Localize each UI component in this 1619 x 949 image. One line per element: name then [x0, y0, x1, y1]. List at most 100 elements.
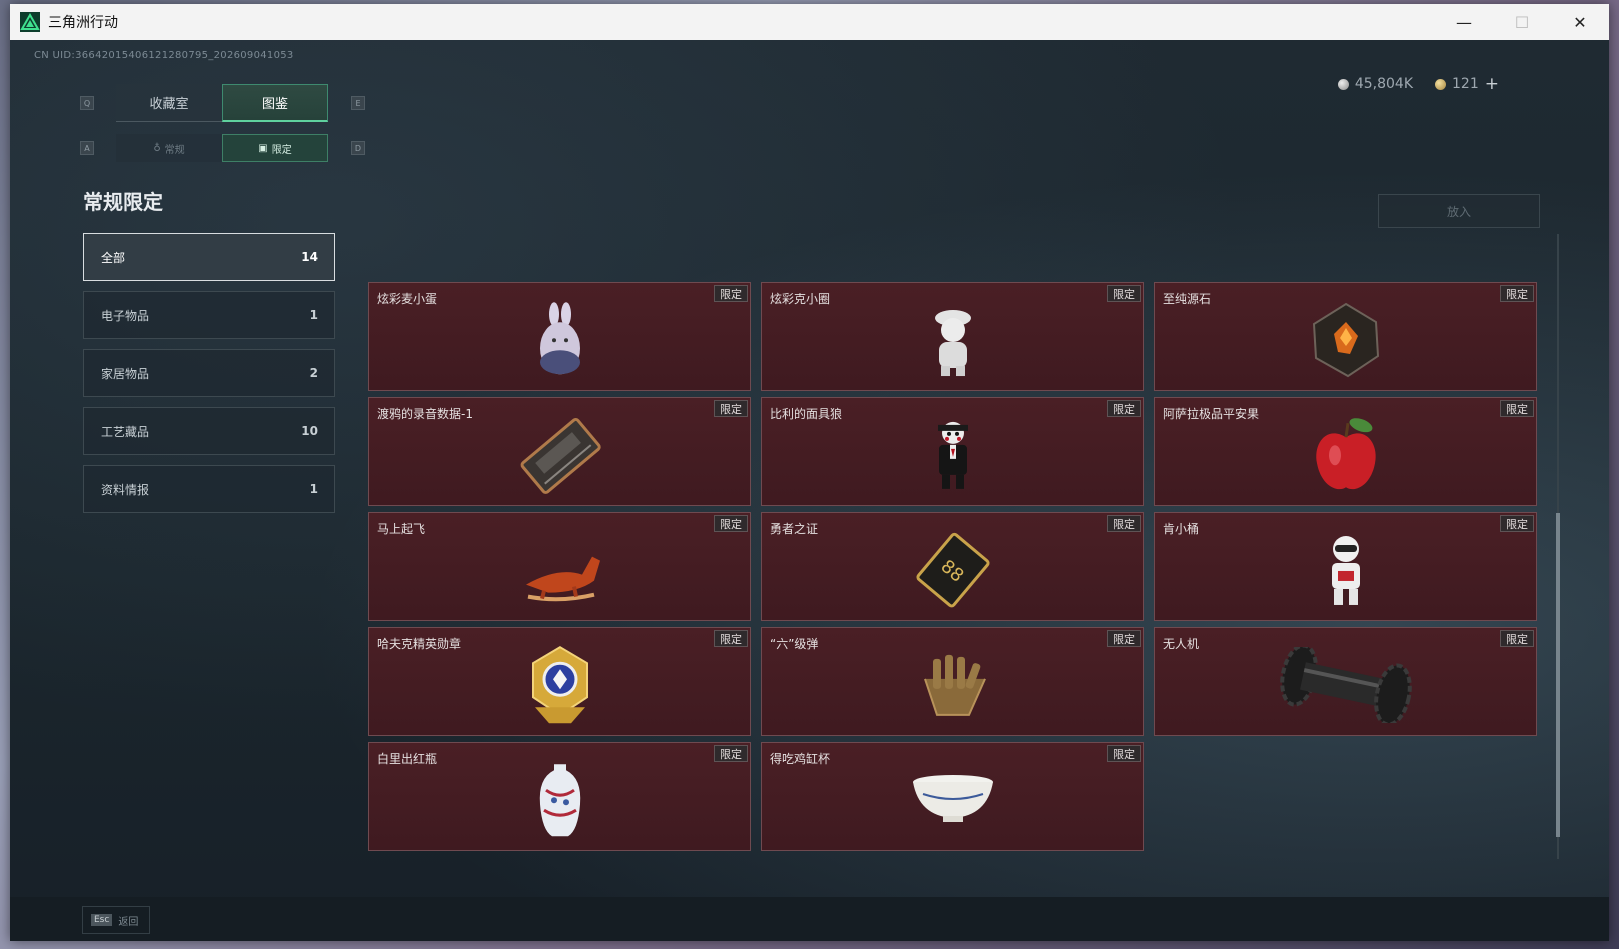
- item-name: 至纯源石: [1163, 292, 1212, 306]
- category-household[interactable]: 家居物品 2: [83, 349, 335, 397]
- vase-icon: [539, 763, 580, 836]
- silver-amount: 45,804K: [1354, 76, 1414, 92]
- app-logo-icon: [20, 12, 40, 32]
- category-list: 全部 14 电子物品 1 家居物品 2 工艺藏品 10 资料情报 1: [83, 233, 335, 523]
- close-button[interactable]: ✕: [1551, 4, 1609, 40]
- item-name: 阿萨拉极品平安果: [1163, 407, 1260, 421]
- robot-figurine-icon: [1331, 535, 1360, 605]
- tab-collection[interactable]: 收藏室: [116, 84, 222, 122]
- limited-badge: 限定: [1500, 630, 1534, 647]
- category-crafts[interactable]: 工艺藏品 10: [83, 407, 335, 455]
- puppet-icon: [937, 421, 968, 489]
- key-hint-e: E: [351, 96, 365, 110]
- main-tabs: 收藏室 图鉴: [116, 84, 328, 122]
- limited-badge: 限定: [714, 515, 748, 532]
- limited-badge: 限定: [714, 630, 748, 647]
- category-count: 10: [301, 424, 318, 438]
- item-card[interactable]: 得吃鸡缸杯 限定: [761, 742, 1144, 851]
- item-card[interactable]: 炫彩麦小蛋 限定: [368, 282, 751, 391]
- item-card[interactable]: 勇者之证 限定 88: [761, 512, 1144, 621]
- subtab-limited-label: 限定: [271, 144, 292, 156]
- category-all[interactable]: 全部 14: [83, 233, 335, 281]
- item-card[interactable]: 比利的面具狼 限定: [761, 397, 1144, 506]
- category-label: 电子物品: [101, 308, 150, 323]
- back-button[interactable]: Esc 返回: [82, 906, 150, 934]
- silver-currency: 45,804K: [1337, 76, 1414, 92]
- tab-catalog[interactable]: 图鉴: [222, 84, 328, 122]
- cassette-icon: [520, 417, 601, 494]
- maximize-button[interactable]: ☐: [1493, 4, 1551, 40]
- item-name: 马上起飞: [377, 522, 426, 536]
- item-card[interactable]: 至纯源石 限定: [1154, 282, 1537, 391]
- item-name: 得吃鸡缸杯: [770, 752, 831, 766]
- limited-badge: 限定: [1107, 745, 1141, 762]
- scrollbar-thumb[interactable]: [1556, 513, 1560, 837]
- glove-icon: [923, 654, 986, 716]
- medal-icon: [531, 645, 588, 723]
- limited-badge: 限定: [1500, 515, 1534, 532]
- limited-badge: 限定: [714, 285, 748, 302]
- put-in-button[interactable]: 放入: [1378, 194, 1540, 228]
- item-card[interactable]: 哈夫克精英勋章 限定: [368, 627, 751, 736]
- item-name: 比利的面具狼: [770, 407, 843, 421]
- gold-amount: 121: [1452, 76, 1479, 92]
- item-name: 渡鸦的录音数据-1: [377, 407, 473, 421]
- limited-badge: 限定: [1107, 400, 1141, 417]
- category-intel[interactable]: 资料情报 1: [83, 465, 335, 513]
- item-card[interactable]: “六”级弹 限定: [761, 627, 1144, 736]
- category-electronics[interactable]: 电子物品 1: [83, 291, 335, 339]
- esc-key-hint: Esc: [91, 914, 113, 926]
- currency-bar: 45,804K 121 +: [1337, 74, 1499, 94]
- sub-tabs: ♁ 常规 ▣ 限定: [116, 134, 328, 162]
- category-count: 2: [309, 366, 318, 380]
- item-name: “六”级弹: [770, 637, 819, 651]
- item-card[interactable]: 炫彩克小圈 限定: [761, 282, 1144, 391]
- subtab-limited[interactable]: ▣ 限定: [222, 134, 328, 162]
- window-title: 三角洲行动: [48, 15, 118, 31]
- app-window: 三角洲行动 — ☐ ✕ CN UID:36642015406121280795_…: [10, 4, 1609, 941]
- item-card[interactable]: 肯小桶 限定: [1154, 512, 1537, 621]
- subtab-regular[interactable]: ♁ 常规: [116, 134, 222, 162]
- category-count: 1: [309, 308, 318, 322]
- gold-currency: 121 +: [1435, 74, 1499, 94]
- item-card[interactable]: 无人机 限定: [1154, 627, 1537, 736]
- card-icon: 88: [915, 532, 990, 607]
- egg-figurine-icon: [539, 301, 580, 374]
- figurine-icon: [934, 309, 971, 376]
- silver-coin-icon: [1337, 78, 1349, 90]
- item-name: 炫彩克小圈: [770, 292, 831, 306]
- item-card[interactable]: 阿萨拉极品平安果 限定: [1154, 397, 1537, 506]
- uid-label: CN UID:36642015406121280795_202609041053: [34, 50, 294, 61]
- category-label: 全部: [101, 250, 126, 265]
- category-label: 家居物品: [101, 366, 150, 381]
- horse-statue-icon: [525, 556, 600, 601]
- item-name: 勇者之证: [770, 522, 819, 536]
- limited-badge: 限定: [1107, 630, 1141, 647]
- title-bar: 三角洲行动 — ☐ ✕: [10, 4, 1609, 40]
- limited-badge: 限定: [1500, 400, 1534, 417]
- item-card[interactable]: 马上起飞 限定: [368, 512, 751, 621]
- item-name: 炫彩麦小蛋: [377, 292, 438, 306]
- bowl-icon: [912, 774, 993, 822]
- limited-badge: 限定: [1107, 515, 1141, 532]
- key-hint-a: A: [80, 141, 94, 155]
- add-currency-button[interactable]: +: [1485, 74, 1499, 94]
- item-name: 肯小桶: [1163, 522, 1200, 536]
- image-icon: ▣: [258, 142, 268, 154]
- minimize-button[interactable]: —: [1435, 4, 1493, 40]
- item-card[interactable]: 渡鸦的录音数据-1 限定: [368, 397, 751, 506]
- limited-badge: 限定: [1107, 285, 1141, 302]
- section-title: 常规限定: [83, 190, 163, 214]
- limited-badge: 限定: [714, 745, 748, 762]
- flask-icon: ♁: [153, 142, 161, 154]
- category-label: 资料情报: [101, 482, 150, 497]
- category-count: 14: [301, 250, 318, 264]
- key-hint-d: D: [351, 141, 365, 155]
- category-label: 工艺藏品: [101, 424, 150, 439]
- item-grid: 炫彩麦小蛋 限定 炫彩克小圈 限定 至纯源石 限定 渡鸦的录音数据-1 限定 比…: [368, 282, 1550, 859]
- limited-badge: 限定: [714, 400, 748, 417]
- gem-icon: [1312, 302, 1379, 377]
- item-card[interactable]: 白里出红瓶 限定: [368, 742, 751, 851]
- subtab-regular-label: 常规: [164, 144, 185, 156]
- apple-icon: [1315, 417, 1376, 489]
